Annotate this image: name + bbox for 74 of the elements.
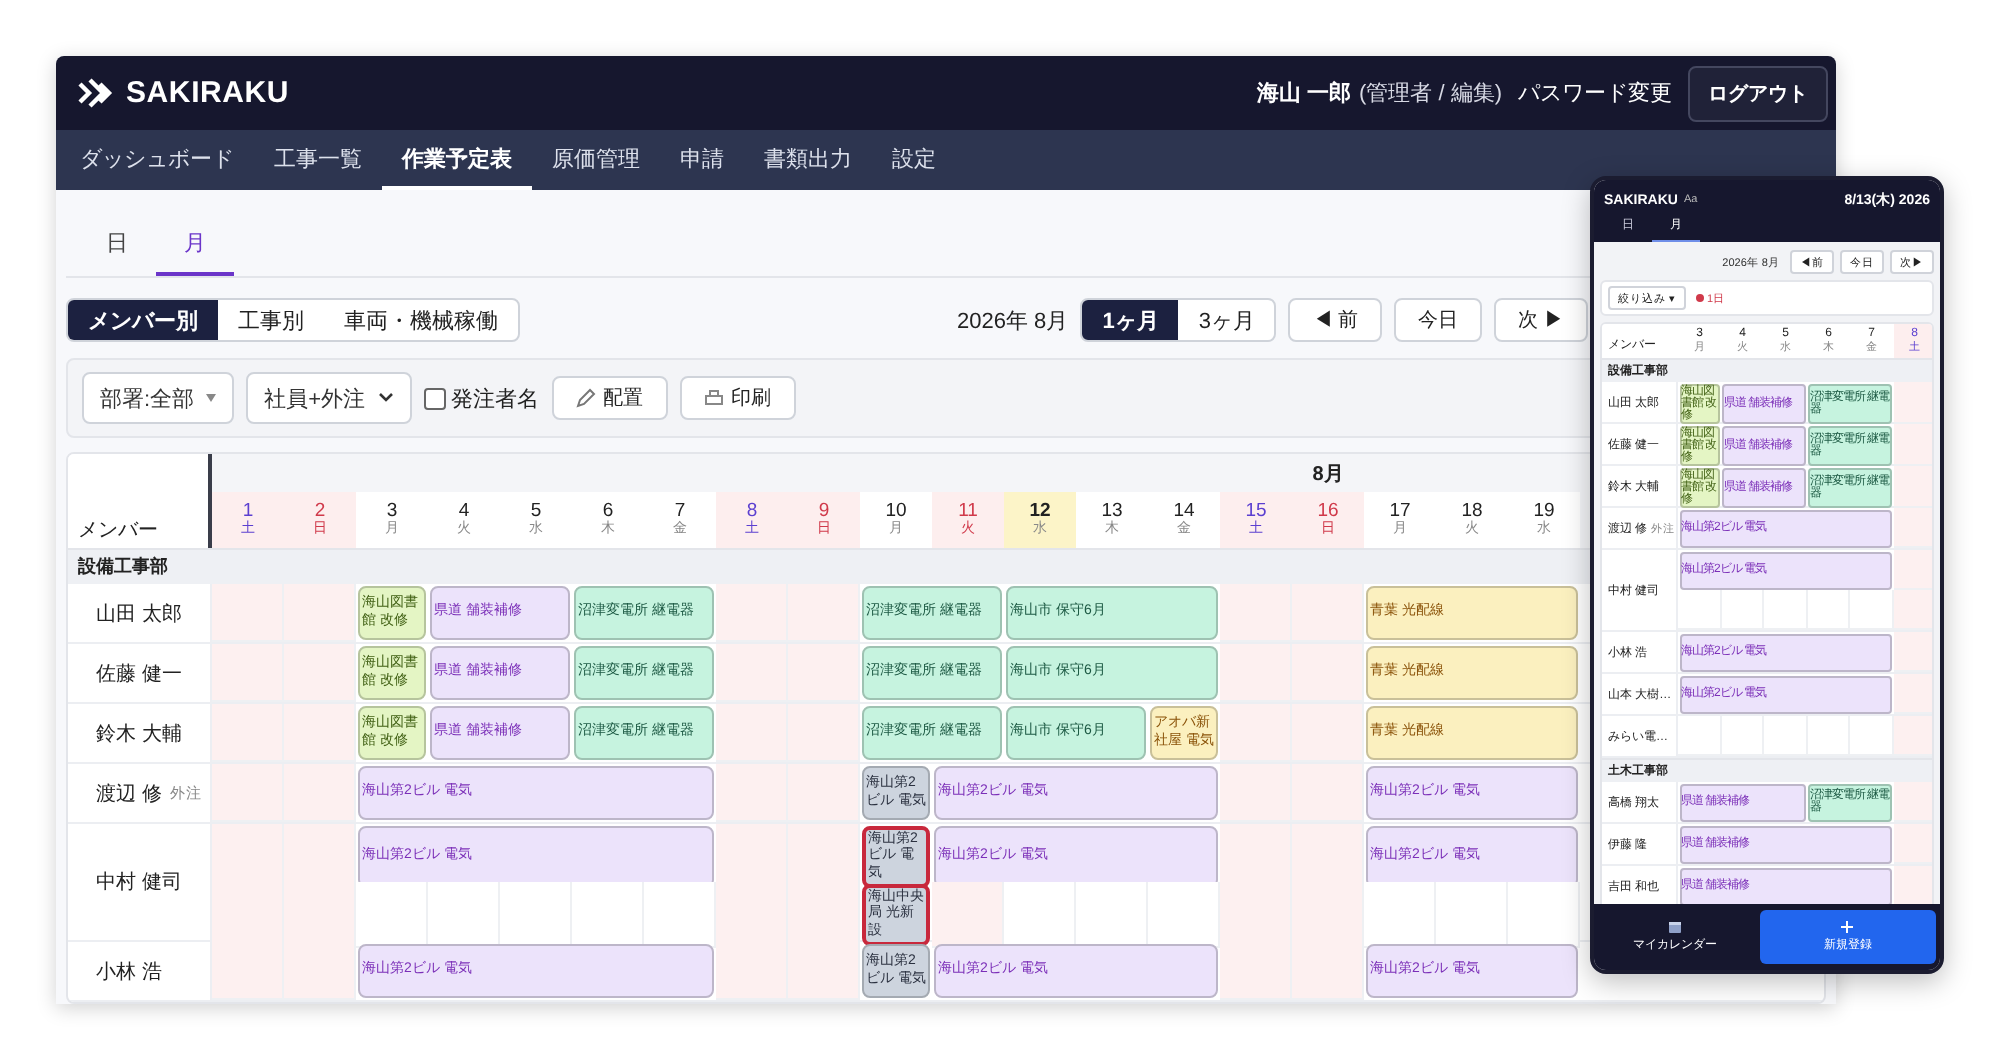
day-cell	[1364, 882, 1436, 949]
logout-button[interactable]: ログアウト	[1688, 65, 1828, 121]
day-number: 1	[242, 501, 254, 522]
day-number: 3	[386, 501, 398, 522]
assign-button[interactable]: 配置	[551, 376, 667, 420]
month-label: 2026年 8月	[957, 307, 1069, 335]
month-label: 8月	[1310, 461, 1346, 487]
alert-dot	[1695, 294, 1704, 302]
plus-icon	[1840, 920, 1855, 934]
day-number: 12	[1029, 501, 1051, 522]
day-number: 6	[602, 501, 614, 522]
nav-tab[interactable]: 工事一覧	[254, 130, 382, 190]
day-cell	[1436, 882, 1508, 949]
day-number: 2	[314, 501, 326, 522]
day-cell	[572, 882, 644, 949]
period-tab[interactable]: 日	[78, 228, 156, 276]
nav-tab[interactable]: 原価管理	[532, 130, 660, 190]
nav-tab[interactable]: ダッシュボード	[60, 130, 254, 190]
nav-tab[interactable]: 書類出力	[744, 130, 872, 190]
logo-icon	[78, 78, 116, 108]
day-number: 17	[1389, 501, 1411, 522]
view-tab[interactable]: 工事別	[218, 300, 324, 340]
print-button[interactable]: 印刷	[679, 376, 795, 420]
day-cell	[644, 882, 716, 949]
day-number: 11	[958, 501, 978, 522]
member-name: 渡辺 修	[96, 781, 162, 807]
checkbox[interactable]	[423, 387, 445, 409]
nav-button[interactable]: 今日	[1394, 298, 1483, 342]
day-number: 13	[1101, 501, 1123, 522]
day-number: 7	[674, 501, 686, 522]
calendar-icon[interactable]	[1667, 920, 1682, 934]
day-cell	[428, 882, 500, 949]
day-number: 8	[746, 501, 758, 522]
user-name: 海山 一郎	[1256, 79, 1351, 108]
printer-icon	[703, 388, 723, 408]
caret-icon	[206, 394, 217, 402]
day-number: 19	[1533, 501, 1555, 522]
day-number: 15	[1245, 501, 1267, 522]
department-select[interactable]: 部署:全部	[82, 372, 235, 424]
user-role: (管理者 / 編集)	[1359, 80, 1502, 108]
period-tab[interactable]: 月	[156, 228, 234, 276]
password-link[interactable]: パスワード変更	[1518, 78, 1672, 108]
member-name: 山田 太郎	[96, 601, 182, 627]
staff-select[interactable]: 社員+外注	[246, 372, 411, 424]
day-number: 5	[530, 501, 542, 522]
chevron-icon	[377, 392, 393, 404]
range-tab[interactable]: 1ヶ月	[1082, 300, 1179, 340]
member-name: 佐藤 健一	[96, 661, 182, 687]
member-name: 小林 浩	[96, 959, 162, 985]
brand-name: SAKIRAKU	[126, 76, 290, 110]
column-header: メンバー	[78, 518, 158, 544]
view-tab[interactable]: メンバー別	[68, 300, 218, 340]
member-name: 中村 健司	[96, 869, 182, 896]
nav-tab[interactable]: 作業予定表	[382, 130, 532, 190]
day-cell	[1076, 882, 1148, 949]
day-number: 14	[1173, 501, 1195, 522]
nav-tab[interactable]: 申請	[660, 130, 744, 190]
day-cell	[1004, 882, 1076, 949]
day-number: 9	[818, 501, 830, 522]
range-tab[interactable]: 3ヶ月	[1178, 300, 1275, 340]
nav-button[interactable]: 次 ▶	[1494, 298, 1588, 342]
day-number: 10	[885, 501, 907, 522]
day-cell	[356, 882, 428, 949]
day-number: 16	[1317, 501, 1339, 522]
day-number: 4	[458, 501, 470, 522]
member-name: 鈴木 大輔	[96, 721, 182, 747]
day-cell	[1148, 882, 1220, 949]
day-cell	[500, 882, 572, 949]
day-number: 18	[1461, 501, 1483, 522]
view-tab[interactable]: 車両・機械稼働	[324, 300, 518, 340]
checkbox-label: 発注者名	[451, 385, 539, 413]
nav-button[interactable]: ◀ 前	[1288, 298, 1383, 342]
nav-tab[interactable]: 設定	[872, 130, 956, 190]
pen-icon	[575, 388, 595, 408]
